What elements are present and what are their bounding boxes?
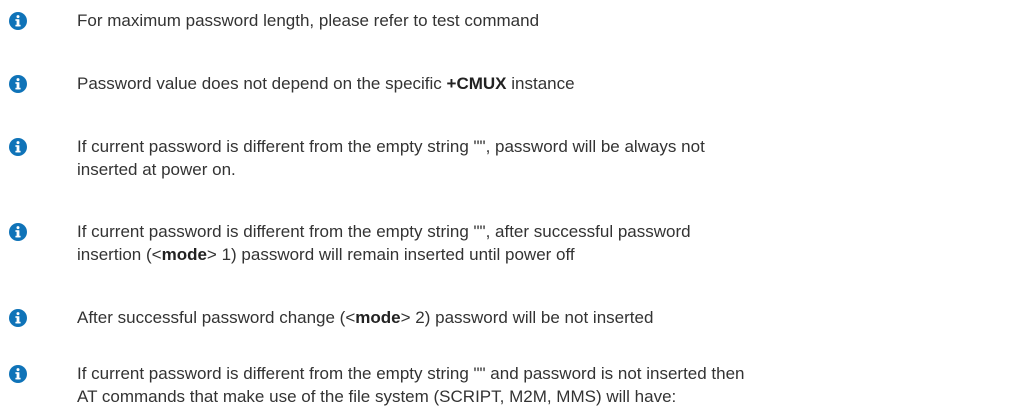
info-icon (9, 309, 27, 327)
note-text: For maximum password length, please refe… (77, 9, 1012, 32)
info-icon (9, 75, 27, 93)
note-text-line: If current password is different from th… (77, 364, 745, 383)
note-text-segment: > 1) password will remain inserted until… (206, 245, 575, 264)
note-text: Password value does not depend on the sp… (77, 72, 1012, 95)
note-text-segment: Password value does not depend on the sp… (77, 74, 447, 93)
note-text-segment: After successful password change (< (77, 308, 356, 327)
note-text: After successful password change (<mode>… (77, 306, 1012, 329)
command-name: +CMUX (446, 74, 507, 93)
notes-list: For maximum password length, please refe… (0, 0, 1023, 409)
info-icon (9, 12, 27, 30)
parameter-name: mode (355, 308, 401, 327)
info-icon (9, 138, 27, 156)
note-text-line: If current password is different from th… (77, 137, 705, 156)
info-icon (9, 223, 27, 241)
note-text: If current password is different from th… (77, 135, 1012, 181)
note-text-segment: insertion (< (77, 245, 162, 264)
note-text-segment: > 2) password will be not inserted (400, 308, 654, 327)
note-text-line: insertion (<mode> 1) password will remai… (77, 243, 1012, 266)
note-text-line: AT commands that make use of the file sy… (77, 387, 677, 406)
note-text: If current password is different from th… (77, 220, 1012, 266)
note-text-line: If current password is different from th… (77, 222, 691, 241)
note-text: If current password is different from th… (77, 362, 1012, 408)
note-text-segment: instance (506, 74, 575, 93)
note-text-line: inserted at power on. (77, 160, 236, 179)
parameter-name: mode (161, 245, 207, 264)
info-icon (9, 365, 27, 383)
note-text-line: For maximum password length, please refe… (77, 11, 540, 30)
